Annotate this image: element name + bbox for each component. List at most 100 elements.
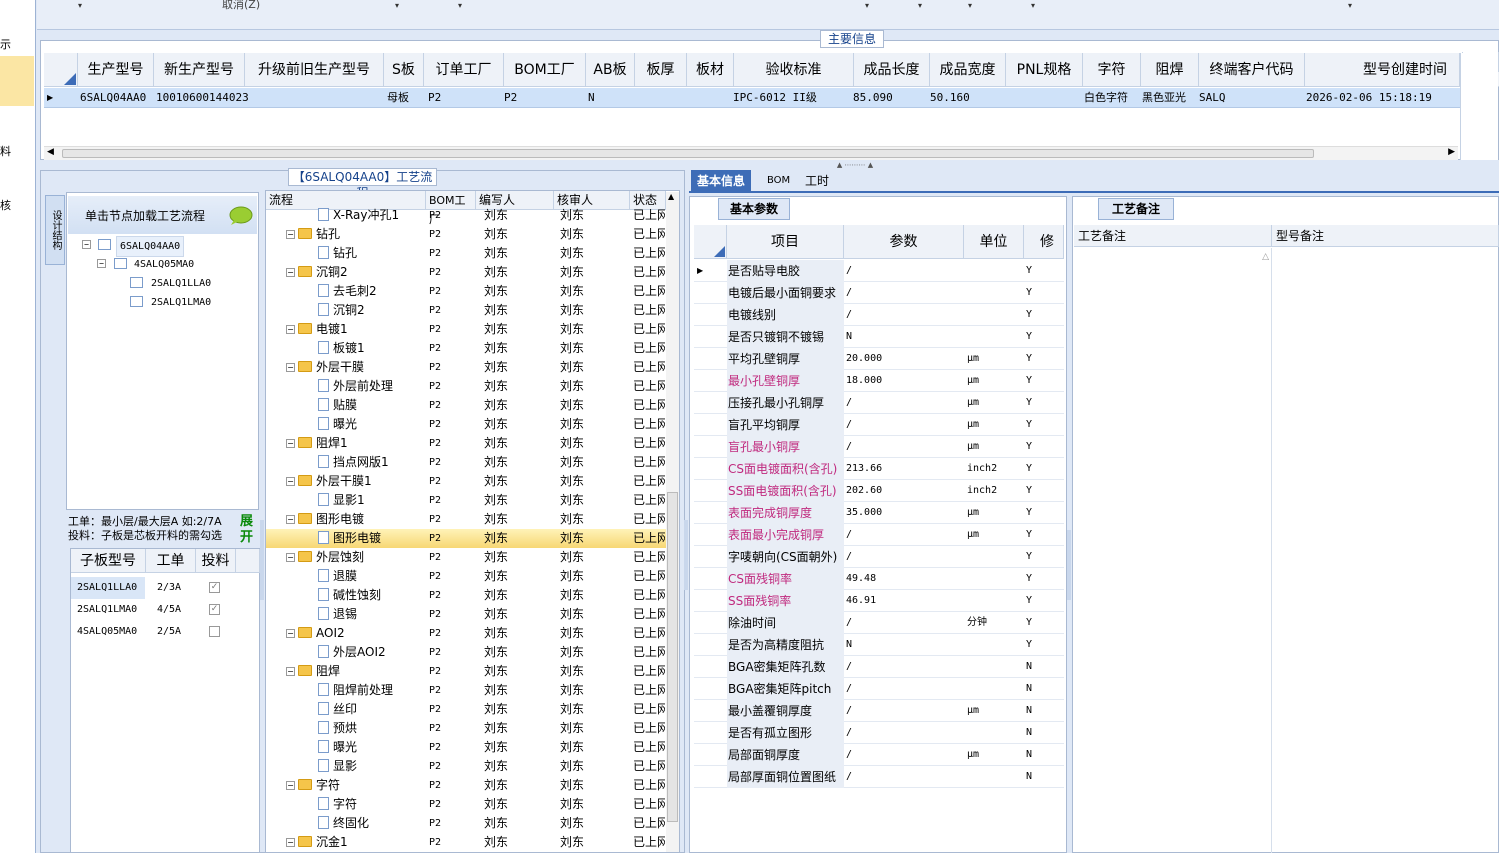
tab-bom[interactable]: BOM: [761, 170, 796, 192]
col-header[interactable]: AB板: [586, 53, 635, 87]
param-row[interactable]: 盲孔最小铜厚 / μm Y: [694, 436, 1064, 458]
param-value[interactable]: /: [844, 436, 964, 458]
main-grid-hscrollbar[interactable]: ◀ ▶: [44, 146, 1458, 160]
col-header[interactable]: 项目: [727, 225, 844, 259]
flow-group-row[interactable]: − 阻焊 P2 刘东 刘东 已上网: [266, 662, 666, 681]
flow-group-row[interactable]: − 钻孔 P2 刘东 刘东 已上网: [266, 225, 666, 244]
flow-step-row[interactable]: 阻焊前处理 P2 刘东 刘东 已上网: [266, 681, 666, 700]
param-row[interactable]: ▶ 是否贴导电胶 / Y: [694, 260, 1064, 282]
chevron-down-icon[interactable]: ▾: [78, 1, 82, 10]
col-header[interactable]: 成品长度: [854, 53, 930, 87]
param-value[interactable]: /: [844, 260, 964, 282]
param-row[interactable]: BGA密集矩阵pitch / N: [694, 678, 1064, 700]
param-row[interactable]: 电镀线别 / Y: [694, 304, 1064, 326]
left-nav-item[interactable]: 核: [0, 197, 11, 213]
param-value[interactable]: 46.91: [844, 590, 964, 612]
col-header[interactable]: 修改: [1024, 225, 1064, 259]
param-row[interactable]: 盲孔平均铜厚 / μm Y: [694, 414, 1064, 436]
flow-step-row[interactable]: X-Ray冲孔1 P2 刘东 刘东 已上网: [266, 206, 666, 225]
param-row[interactable]: 最小孔壁铜厚 18.000 μm Y: [694, 370, 1064, 392]
col-header[interactable]: 生产型号: [78, 53, 154, 87]
sub-row-model[interactable]: 2SALQ1LLA0: [77, 577, 137, 599]
feed-checkbox[interactable]: [209, 626, 220, 637]
param-row[interactable]: 表面完成铜厚度 35.000 μm Y: [694, 502, 1064, 524]
scroll-right-icon[interactable]: ▶: [1448, 147, 1455, 157]
collapse-icon[interactable]: −: [286, 838, 295, 847]
param-row[interactable]: CS面残铜率 49.48 Y: [694, 568, 1064, 590]
collapse-icon[interactable]: −: [286, 230, 295, 239]
param-value[interactable]: /: [844, 766, 964, 788]
param-value[interactable]: N: [844, 326, 964, 348]
flow-step-row[interactable]: 挡点网版1 P2 刘东 刘东 已上网: [266, 453, 666, 472]
param-row[interactable]: 是否为高精度阻抗 N Y: [694, 634, 1064, 656]
tab-basic-info[interactable]: 基本信息: [691, 170, 752, 192]
param-value[interactable]: /: [844, 700, 964, 722]
param-value[interactable]: /: [844, 612, 964, 634]
col-header[interactable]: 型号创建时间: [1305, 53, 1460, 87]
flow-step-row[interactable]: 终固化 P2 刘东 刘东 已上网: [266, 814, 666, 833]
flow-step-row[interactable]: 预烘 P2 刘东 刘东 已上网: [266, 719, 666, 738]
col-header[interactable]: 工艺备注: [1074, 225, 1272, 247]
collapse-icon[interactable]: −: [286, 553, 295, 562]
flow-group-row[interactable]: − 沉金1 P2 刘东 刘东 已上网: [266, 833, 666, 852]
sub-row-model[interactable]: 2SALQ1LMA0: [77, 599, 137, 621]
flow-group-row[interactable]: − AOI2 P2 刘东 刘东 已上网: [266, 624, 666, 643]
col-header[interactable]: PNL规格: [1006, 53, 1083, 87]
param-row[interactable]: 除油时间 / 分钟 Y: [694, 612, 1064, 634]
param-value[interactable]: /: [844, 282, 964, 304]
col-header[interactable]: 参数: [844, 225, 964, 259]
tab-work-hours[interactable]: 工时: [799, 170, 835, 192]
collapse-icon[interactable]: −: [286, 439, 295, 448]
param-value[interactable]: 20.000: [844, 348, 964, 370]
chevron-down-icon[interactable]: ▾: [968, 1, 972, 10]
collapse-icon[interactable]: −: [286, 363, 295, 372]
col-header[interactable]: 子板型号: [71, 549, 146, 573]
chevron-down-icon[interactable]: ▾: [918, 1, 922, 10]
col-header[interactable]: 阻焊: [1141, 53, 1199, 87]
scrollbar-thumb[interactable]: [667, 492, 678, 822]
param-row[interactable]: BGA密集矩阵孔数 / N: [694, 656, 1064, 678]
flow-step-row[interactable]: 板镀1 P2 刘东 刘东 已上网: [266, 339, 666, 358]
flow-group-row[interactable]: − 外层干膜1 P2 刘东 刘东 已上网: [266, 472, 666, 491]
col-header[interactable]: 型号备注: [1272, 225, 1499, 247]
param-row[interactable]: 是否只镀铜不镀锡 N Y: [694, 326, 1064, 348]
col-header[interactable]: 订单工厂: [424, 53, 504, 87]
col-header[interactable]: 工单: [146, 549, 196, 573]
collapse-icon[interactable]: −: [286, 268, 295, 277]
param-value[interactable]: /: [844, 656, 964, 678]
scrollbar-thumb[interactable]: [62, 149, 1314, 158]
param-value[interactable]: /: [844, 414, 964, 436]
cancel-button[interactable]: 取消(Z): [222, 0, 260, 12]
chevron-down-icon[interactable]: ▾: [458, 1, 462, 10]
scroll-up-icon[interactable]: ▲: [668, 192, 674, 201]
main-grid-row[interactable]: ▶ 6SALQ04AA0 10010600144023 母板 P2 P2 N I…: [44, 88, 1460, 108]
collapse-icon[interactable]: −: [97, 259, 106, 268]
flow-step-row[interactable]: 丝印 P2 刘东 刘东 已上网: [266, 700, 666, 719]
param-row[interactable]: SS面残铜率 46.91 Y: [694, 590, 1064, 612]
flow-step-row[interactable]: 退锡 P2 刘东 刘东 已上网: [266, 605, 666, 624]
collapse-icon[interactable]: −: [286, 325, 295, 334]
flow-step-row[interactable]: 外层AOI2 P2 刘东 刘东 已上网: [266, 643, 666, 662]
sub-row-order[interactable]: 2/5A: [157, 621, 181, 643]
param-row[interactable]: 平均孔壁铜厚 20.000 μm Y: [694, 348, 1064, 370]
chevron-down-icon[interactable]: ▾: [1348, 1, 1352, 10]
splitter[interactable]: [684, 520, 688, 590]
param-value[interactable]: /: [844, 722, 964, 744]
flow-step-row[interactable]: 显影1 P2 刘东 刘东 已上网: [266, 491, 666, 510]
chevron-down-icon[interactable]: ▾: [1031, 1, 1035, 10]
param-row[interactable]: CS面电镀面积(含孔) 213.66 inch2 Y: [694, 458, 1064, 480]
tab-design-structure[interactable]: 设计结构: [45, 195, 65, 265]
param-value[interactable]: /: [844, 744, 964, 766]
param-row[interactable]: 局部面铜厚度 / μm N: [694, 744, 1064, 766]
flow-group-row[interactable]: − 电镀1 P2 刘东 刘东 已上网: [266, 320, 666, 339]
param-value[interactable]: /: [844, 304, 964, 326]
splitter-handle[interactable]: ▲ ⋯⋯⋯ ▲: [820, 162, 890, 169]
param-value[interactable]: 18.000: [844, 370, 964, 392]
splitter[interactable]: [260, 520, 264, 600]
flow-group-row[interactable]: − 外层干膜 P2 刘东 刘东 已上网: [266, 358, 666, 377]
chat-bubble-icon[interactable]: [228, 206, 254, 226]
param-value[interactable]: 202.60: [844, 480, 964, 502]
collapse-icon[interactable]: −: [286, 515, 295, 524]
col-header[interactable]: 字符: [1083, 53, 1141, 87]
chevron-down-icon[interactable]: ▾: [395, 1, 399, 10]
